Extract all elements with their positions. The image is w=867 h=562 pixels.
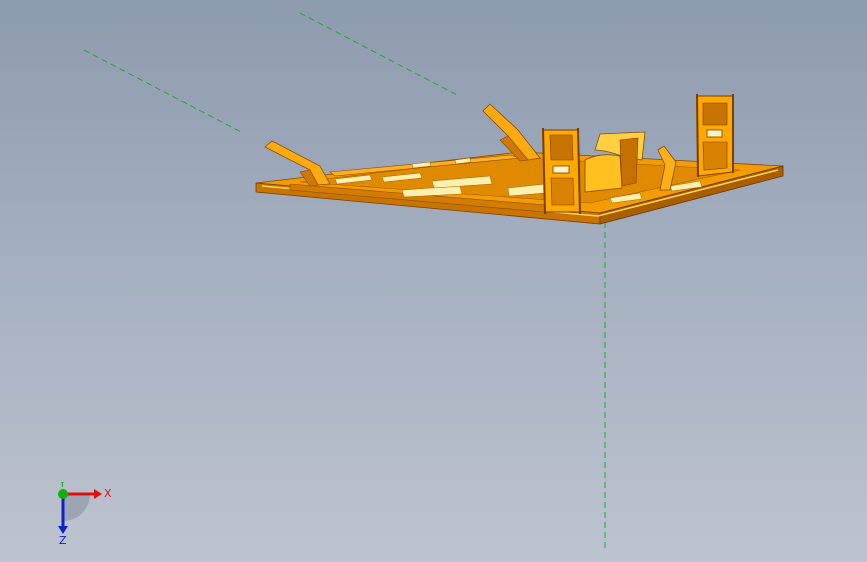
cad-viewport[interactable]: X Y Z [0, 0, 867, 562]
y-axis-label: Y [58, 482, 66, 490]
model-scene[interactable] [0, 0, 867, 562]
triad-quadrant [63, 494, 90, 521]
axis-triad: X Y Z [58, 482, 112, 546]
left-frame-lower [550, 177, 575, 206]
right-frame-post [696, 93, 699, 178]
z-axis-label: Z [59, 534, 67, 546]
curved-wall [584, 154, 623, 193]
right-frame-slot [706, 129, 723, 138]
left-upright-frame [542, 127, 581, 215]
reference-line-left [83, 49, 242, 133]
x-axis-arrow-icon [94, 489, 102, 499]
left-frame-slot [552, 165, 570, 174]
right-frame-lower [702, 141, 728, 171]
tray-part[interactable] [255, 93, 784, 225]
y-axis-dot-icon [58, 489, 68, 499]
right-upright-frame [696, 93, 734, 178]
x-axis-label: X [104, 487, 112, 500]
right-frame-window [702, 102, 728, 126]
curved-wall-inner [619, 137, 639, 187]
z-axis-arrow-icon [58, 526, 68, 534]
left-frame-window [549, 134, 574, 161]
reference-lines [83, 12, 606, 548]
reference-line-upper [299, 12, 460, 97]
